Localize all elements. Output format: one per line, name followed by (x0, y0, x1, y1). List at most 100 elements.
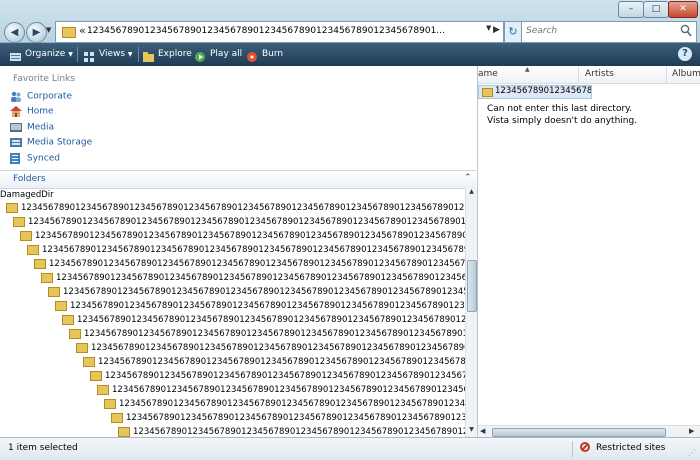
column-header-name[interactable]: ame (478, 69, 498, 79)
tree-item-label: 1234567890123456789012345678901234567890… (28, 217, 465, 227)
tree-item[interactable]: 1234567890123456789012345678901234567890… (83, 357, 465, 370)
refresh-button[interactable]: ↻ (504, 21, 522, 43)
address-bar[interactable]: « 12345678901234567890123456789012345678… (55, 21, 504, 43)
tree-item[interactable]: 1234567890123456789012345678901234567890… (41, 273, 465, 286)
tree-item-label: 1234567890123456789012345678901234567890… (63, 287, 465, 297)
scrollbar-thumb[interactable] (467, 260, 477, 312)
tree-item-root[interactable]: DamagedDir (0, 190, 54, 203)
recent-pages-dropdown[interactable]: ▼ (46, 26, 51, 34)
column-divider[interactable] (578, 66, 579, 83)
tree-item[interactable]: 1234567890123456789012345678901234567890… (97, 385, 465, 398)
address-dropdown[interactable]: ▼ (486, 24, 491, 32)
explore-button[interactable]: Explore (143, 43, 192, 66)
storage-icon (10, 137, 22, 148)
help-button[interactable]: ? (678, 47, 692, 61)
column-header-artists[interactable]: Artists (585, 69, 614, 79)
minimize-button[interactable]: – (618, 1, 644, 18)
chevron-up-icon[interactable]: ⌃ (464, 173, 472, 183)
tree-item[interactable]: 1234567890123456789012345678901234567890… (13, 217, 465, 230)
folder-icon (34, 259, 46, 269)
close-button[interactable]: ✕ (668, 1, 698, 18)
maximize-button[interactable]: □ (643, 1, 669, 18)
back-arrow-icon: ◀ (10, 27, 19, 38)
tree-item[interactable]: 1234567890123456789012345678901234567890… (48, 287, 465, 300)
forward-button[interactable]: ▶ (26, 22, 47, 43)
folder-tree-scrollbar[interactable]: ▲ ▼ (465, 188, 477, 437)
address-path[interactable]: 1234567890123456789012345678901234567890… (87, 26, 487, 36)
breadcrumb-arrow-icon[interactable]: ▶ (493, 25, 500, 35)
play-all-button[interactable]: Play all (195, 43, 242, 66)
search-icon[interactable] (680, 24, 692, 38)
file-name: 12345678901234567890... (495, 86, 592, 96)
organize-label: Organize (25, 49, 66, 59)
views-button[interactable]: Views ▼ (84, 43, 133, 66)
tree-item-label: 1234567890123456789012345678901234567890… (91, 343, 465, 353)
title-bar: – □ ✕ ◀ ▶ ▼ « 12345678901234567890123456… (0, 0, 700, 43)
tree-item[interactable]: 1234567890123456789012345678901234567890… (27, 245, 465, 258)
annotation-note: Can not enter this last directory. Vista… (487, 103, 637, 127)
tree-item[interactable]: 1234567890123456789012345678901234567890… (34, 259, 465, 272)
tree-item[interactable]: 1234567890123456789012345678901234567890… (76, 343, 465, 356)
forward-arrow-icon: ▶ (32, 27, 41, 38)
tree-item[interactable]: 1234567890123456789012345678901234567890… (62, 315, 465, 328)
media-icon (10, 122, 22, 133)
column-header-row: ame ▲ Artists Album (478, 66, 700, 84)
favorite-links-heading: Favorite Links (13, 74, 75, 84)
favorite-link-media[interactable]: Media (10, 122, 54, 136)
tree-item-label: DamagedDir (0, 190, 54, 200)
folders-header[interactable]: Folders ⌃ (0, 170, 476, 189)
sync-icon (10, 153, 22, 164)
tree-item[interactable]: 1234567890123456789012345678901234567890… (118, 427, 465, 437)
folders-label: Folders (13, 174, 46, 184)
restricted-zone-icon (580, 442, 590, 452)
folder-icon (6, 203, 18, 213)
scroll-right-arrow-icon[interactable]: ▶ (689, 427, 694, 435)
scroll-down-arrow-icon[interactable]: ▼ (466, 426, 477, 436)
tree-item[interactable]: 1234567890123456789012345678901234567890… (55, 301, 465, 314)
chevron-down-icon: ▼ (68, 51, 73, 58)
folder-icon (111, 413, 123, 423)
tree-item[interactable]: 1234567890123456789012345678901234567890… (111, 413, 465, 426)
back-button[interactable]: ◀ (4, 22, 25, 43)
tree-item[interactable]: 1234567890123456789012345678901234567890… (69, 329, 465, 342)
folder-icon (48, 287, 60, 297)
folder-icon (97, 385, 109, 395)
folder-icon (62, 27, 76, 38)
burn-label: Burn (262, 49, 284, 59)
toolbar-divider (138, 47, 139, 62)
tree-item-label: 1234567890123456789012345678901234567890… (35, 231, 465, 241)
tree-item-label: 1234567890123456789012345678901234567890… (84, 329, 465, 339)
security-zone-label: Restricted sites (596, 443, 666, 453)
search-input[interactable] (526, 26, 676, 36)
tree-item[interactable]: 1234567890123456789012345678901234567890… (90, 371, 465, 384)
tree-item[interactable]: 1234567890123456789012345678901234567890… (6, 203, 465, 216)
favorite-link-media-storage[interactable]: Media Storage (10, 137, 92, 151)
scroll-up-arrow-icon[interactable]: ▲ (466, 188, 477, 198)
tree-item-label: 1234567890123456789012345678901234567890… (126, 413, 465, 423)
tree-item[interactable]: 1234567890123456789012345678901234567890… (104, 399, 465, 412)
folder-icon (76, 343, 88, 353)
minimize-icon: – (628, 4, 634, 14)
users-icon (10, 91, 22, 102)
tree-item-label: 1234567890123456789012345678901234567890… (98, 357, 465, 367)
folder-icon (20, 231, 32, 241)
burn-disc-icon (247, 49, 258, 62)
column-divider[interactable] (666, 66, 667, 83)
close-icon: ✕ (679, 4, 687, 14)
folder-icon (69, 329, 81, 339)
favorite-link-corporate[interactable]: Corporate (10, 91, 72, 105)
burn-button[interactable]: Burn (247, 43, 283, 66)
scrollbar-thumb[interactable] (492, 428, 666, 437)
tree-item[interactable]: 1234567890123456789012345678901234567890… (20, 231, 465, 244)
organize-button[interactable]: Organize ▼ (10, 43, 73, 66)
scroll-left-arrow-icon[interactable]: ◀ (480, 427, 485, 435)
file-list-item[interactable]: 12345678901234567890... (478, 85, 592, 99)
column-header-album[interactable]: Album (672, 69, 700, 79)
resize-grip-icon[interactable]: ⋰ (688, 448, 696, 457)
favorite-link-synced[interactable]: Synced (10, 153, 60, 167)
tree-item-label: 1234567890123456789012345678901234567890… (56, 273, 465, 283)
address-overflow-chevron[interactable]: « (79, 24, 86, 37)
favorite-link-home[interactable]: Home (10, 106, 54, 120)
chevron-down-icon: ▼ (127, 51, 133, 58)
search-box[interactable] (521, 21, 697, 43)
